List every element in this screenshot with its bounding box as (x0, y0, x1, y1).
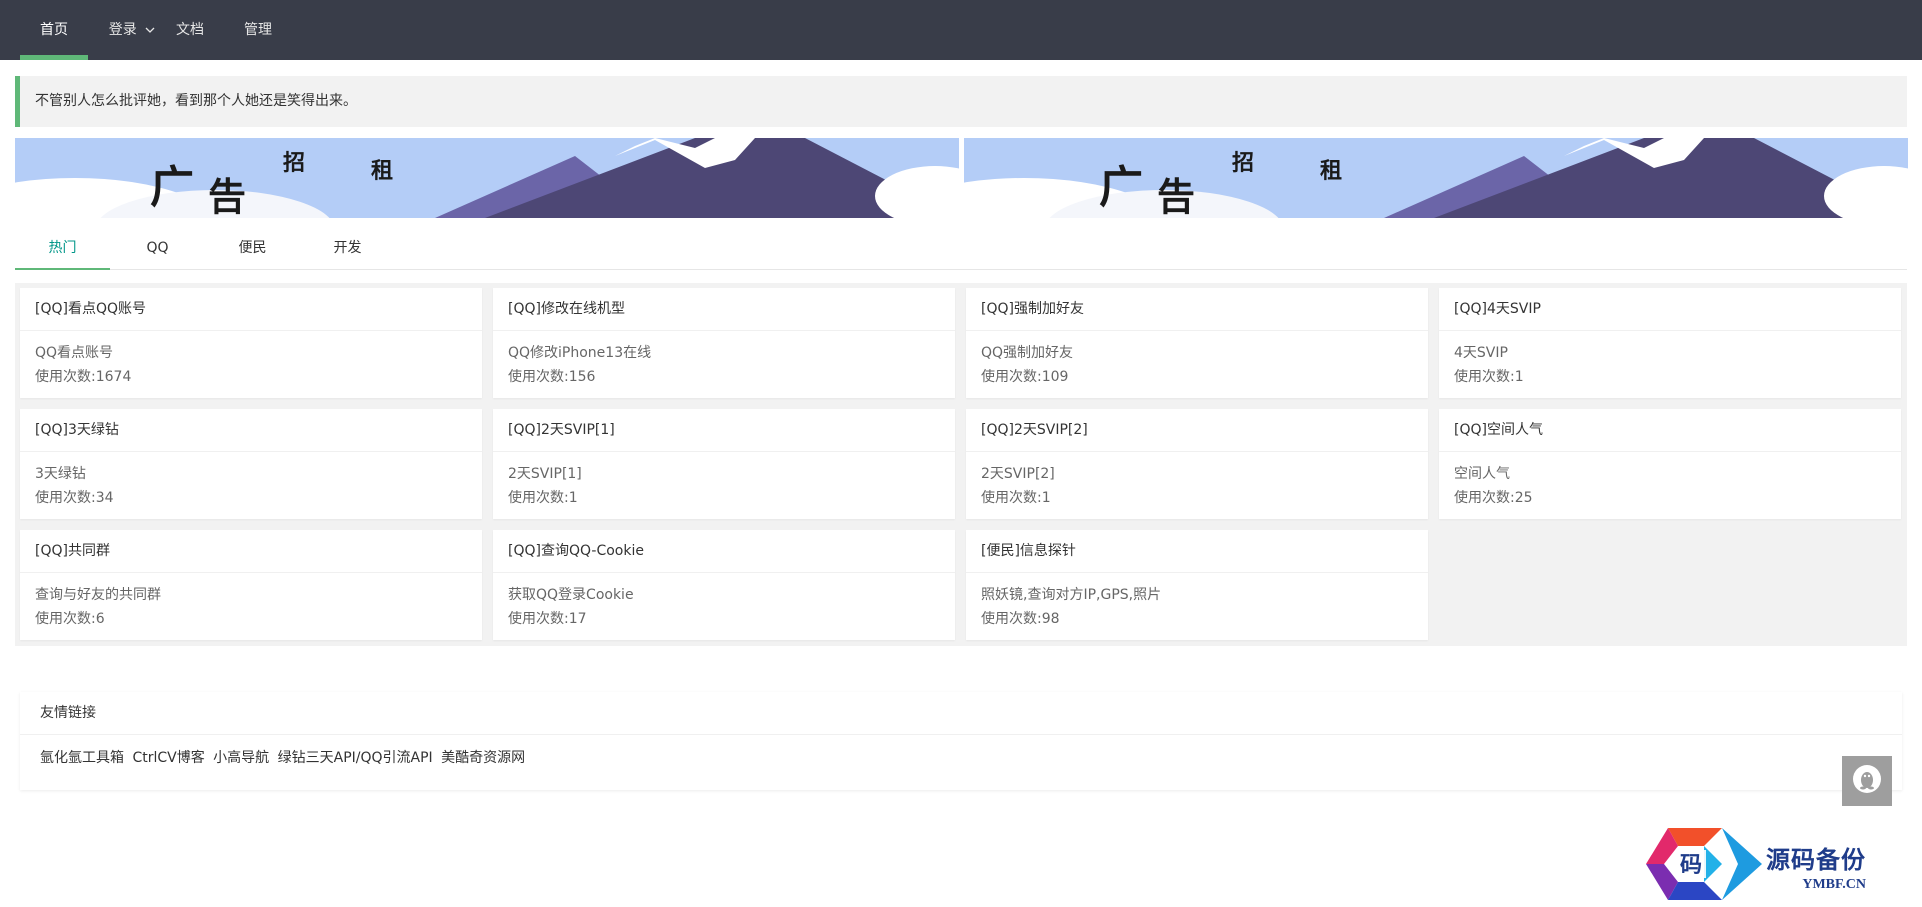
card-title: [便民]信息探针 (966, 530, 1428, 573)
banner-char-zhao: 招 (283, 150, 305, 175)
friend-link[interactable]: 小高导航 (213, 750, 269, 766)
card-description: 空间人气 (1454, 466, 1510, 482)
qq-float-button[interactable] (1842, 756, 1892, 806)
nav-admin-label: 管理 (244, 22, 272, 38)
ad-banner-right[interactable]: 广 告 招 租 (964, 138, 1908, 218)
friend-link[interactable]: 美酷奇资源网 (441, 750, 525, 766)
card-usage-count: 使用次数:34 (35, 490, 114, 506)
nav-home[interactable]: 首页 (20, 0, 88, 60)
banner-char-guang: 广 (150, 163, 194, 212)
nav-admin[interactable]: 管理 (236, 0, 280, 60)
card-title: [QQ]空间人气 (1439, 409, 1901, 452)
card-usage-count: 使用次数:6 (35, 611, 105, 627)
card-description: 获取QQ登录Cookie (508, 587, 634, 603)
card-description: 4天SVIP (1454, 345, 1508, 361)
card-description: 2天SVIP[2] (981, 466, 1055, 482)
tool-card[interactable]: [QQ]看点QQ账号 QQ看点账号 使用次数:1674 (20, 288, 482, 398)
nav-login-label: 登录 (108, 22, 137, 38)
banner-char-zu: 租 (371, 158, 393, 183)
quote-text: 不管别人怎么批评她，看到那个人她还是笑得出来。 (35, 93, 357, 109)
card-description: QQ修改iPhone13在线 (508, 345, 652, 361)
nav-docs-label: 文档 (176, 22, 204, 38)
tool-card[interactable]: [QQ]强制加好友 QQ强制加好友 使用次数:109 (966, 288, 1428, 398)
friend-links-panel: 友情链接 氩化氩工具箱 CtrlCV博客 小高导航 绿钻三天API/QQ引流AP… (20, 692, 1902, 790)
tab-qq-label: QQ (146, 240, 169, 256)
friend-link[interactable]: CtrlCV博客 (132, 750, 204, 766)
tab-dev-label: 开发 (333, 240, 362, 256)
ad-banner-left[interactable]: 广 告 招 租 (15, 138, 959, 218)
watermark-logo: 码 源码备份 YMBF.CN (1638, 826, 1898, 902)
card-usage-count: 使用次数:1 (981, 490, 1051, 506)
card-usage-count: 使用次数:1 (1454, 369, 1524, 385)
banner-char-zhao: 招 (1232, 150, 1254, 175)
card-description: 2天SVIP[1] (508, 466, 582, 482)
card-usage-count: 使用次数:98 (981, 611, 1060, 627)
card-description: QQ看点账号 (35, 345, 114, 361)
top-nav: 首页 登录 文档 管理 (0, 0, 1922, 60)
card-usage-count: 使用次数:1674 (35, 369, 132, 385)
nav-docs[interactable]: 文档 (168, 0, 212, 60)
card-title: [QQ]看点QQ账号 (20, 288, 482, 331)
tool-card[interactable]: [QQ]2天SVIP[2] 2天SVIP[2] 使用次数:1 (966, 409, 1428, 519)
card-usage-count: 使用次数:156 (508, 369, 596, 385)
nav-login[interactable]: 登录 (96, 0, 168, 60)
card-title: [QQ]4天SVIP (1439, 288, 1901, 331)
ad-banner-right-image: 广 告 招 租 (964, 138, 1908, 218)
watermark-text-en: YMBF.CN (1802, 877, 1866, 892)
tool-card[interactable]: [QQ]共同群 查询与好友的共同群 使用次数:6 (20, 530, 482, 640)
quote-block: 不管别人怎么批评她，看到那个人她还是笑得出来。 (15, 76, 1907, 127)
nav-home-label: 首页 (40, 22, 68, 38)
friend-link[interactable]: 绿钻三天API/QQ引流API (278, 750, 433, 766)
friend-link[interactable]: 氩化氩工具箱 (40, 750, 124, 766)
banner-char-gao: 告 (208, 177, 246, 218)
banner-char-guang: 广 (1099, 163, 1143, 212)
tool-card[interactable]: [QQ]4天SVIP 4天SVIP 使用次数:1 (1439, 288, 1901, 398)
card-usage-count: 使用次数:109 (981, 369, 1069, 385)
banner-char-gao: 告 (1157, 177, 1195, 218)
tab-convenience-label: 便民 (238, 240, 267, 256)
chevron-down-icon (145, 0, 155, 60)
tool-card[interactable]: [便民]信息探针 照妖镜,查询对方IP,GPS,照片 使用次数:98 (966, 530, 1428, 640)
banner-char-zu: 租 (1320, 158, 1342, 183)
card-usage-count: 使用次数:17 (508, 611, 587, 627)
card-title: [QQ]3天绿钻 (20, 409, 482, 452)
tool-card[interactable]: [QQ]空间人气 空间人气 使用次数:25 (1439, 409, 1901, 519)
ad-banner-left-image: 广 告 招 租 (15, 138, 959, 218)
tool-card[interactable]: [QQ]3天绿钻 3天绿钻 使用次数:34 (20, 409, 482, 519)
card-title: [QQ]2天SVIP[1] (493, 409, 955, 452)
card-title: [QQ]查询QQ-Cookie (493, 530, 955, 573)
category-tabs: 热门 QQ 便民 开发 (15, 229, 1907, 270)
tab-qq[interactable]: QQ (110, 229, 205, 269)
card-description: 查询与好友的共同群 (35, 587, 161, 603)
tool-card[interactable]: [QQ]2天SVIP[1] 2天SVIP[1] 使用次数:1 (493, 409, 955, 519)
watermark-logo-char: 码 (1680, 852, 1702, 877)
qq-penguin-icon (1852, 764, 1882, 798)
card-description: 照妖镜,查询对方IP,GPS,照片 (981, 587, 1162, 603)
card-title: [QQ]共同群 (20, 530, 482, 573)
tab-convenience[interactable]: 便民 (205, 229, 300, 269)
friend-links-title: 友情链接 (20, 692, 1902, 735)
watermark-text-cn: 源码备份 (1766, 848, 1866, 874)
card-usage-count: 使用次数:1 (508, 490, 578, 506)
card-description: QQ强制加好友 (981, 345, 1074, 361)
tool-card[interactable]: [QQ]查询QQ-Cookie 获取QQ登录Cookie 使用次数:17 (493, 530, 955, 640)
card-usage-count: 使用次数:25 (1454, 490, 1533, 506)
tab-hot-label: 热门 (48, 240, 77, 256)
card-title: [QQ]2天SVIP[2] (966, 409, 1428, 452)
card-title: [QQ]强制加好友 (966, 288, 1428, 331)
tab-hot[interactable]: 热门 (15, 229, 110, 270)
tab-dev[interactable]: 开发 (300, 229, 395, 269)
card-title: [QQ]修改在线机型 (493, 288, 955, 331)
card-description: 3天绿钻 (35, 466, 86, 482)
watermark-emblem: 码 (1646, 828, 1762, 900)
tool-card[interactable]: [QQ]修改在线机型 QQ修改iPhone13在线 使用次数:156 (493, 288, 955, 398)
